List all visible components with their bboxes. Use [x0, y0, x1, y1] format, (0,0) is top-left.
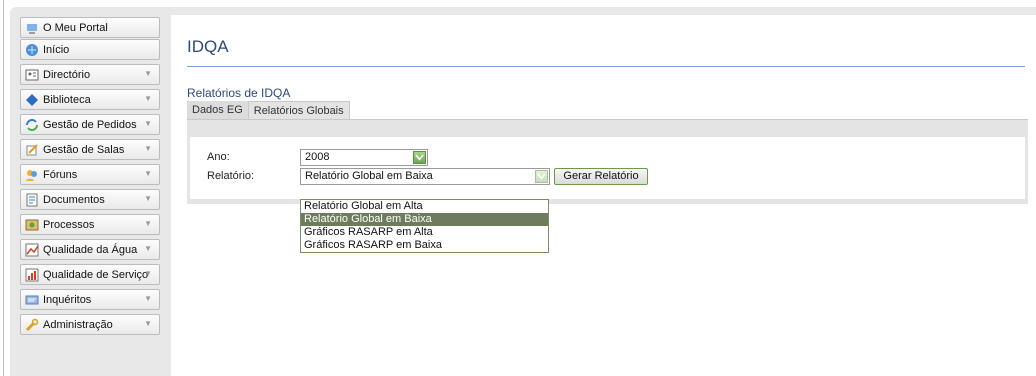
relatorio-label: Relatório: [207, 170, 255, 182]
forums-icon [25, 168, 39, 182]
dropdown-option[interactable]: Gráficos RASARP em Alta [301, 226, 548, 239]
documents-icon [25, 193, 39, 207]
sidebar-item-label: Gestão de Salas [43, 143, 125, 156]
sidebar-item-o-meu-portal[interactable]: O Meu Portal [20, 17, 160, 38]
processes-icon [25, 218, 39, 232]
chevron-down-icon[interactable] [535, 170, 548, 183]
chevron-down-icon: ▼ [144, 219, 152, 228]
chevron-down-icon: ▼ [144, 169, 152, 178]
sidebar-item-label: Gestão de Pedidos [43, 118, 137, 131]
chevron-down-icon: ▼ [144, 194, 152, 203]
sidebar-item-administracao[interactable]: Administração ▼ [20, 314, 160, 335]
tab-relatorios-globais[interactable]: Relatórios Globais [247, 101, 350, 120]
window-left-border [3, 0, 4, 376]
dropdown-option[interactable]: Gráficos RASARP em Baixa [301, 239, 548, 252]
sidebar-item-directorio[interactable]: Directório ▼ [20, 64, 160, 85]
sidebar-item-biblioteca[interactable]: Biblioteca ▼ [20, 89, 160, 110]
sidebar-item-gestao-de-salas[interactable]: Gestão de Salas ▼ [20, 139, 160, 160]
chevron-down-icon: ▼ [144, 319, 152, 328]
chevron-down-icon: ▼ [144, 244, 152, 253]
dropdown-option[interactable]: Relatório Global em Alta [301, 200, 548, 213]
home-icon [25, 43, 39, 57]
sidebar-item-qualidade-de-servico[interactable]: Qualidade de Serviço ▼ [20, 264, 160, 285]
sidebar-item-label: Início [43, 43, 70, 56]
sidebar-item-label: Processos [43, 218, 95, 231]
requests-icon [25, 118, 39, 132]
sidebar-item-documentos[interactable]: Documentos ▼ [20, 189, 160, 210]
chevron-down-icon: ▼ [144, 144, 152, 153]
book-icon [25, 93, 39, 107]
relatorio-select-value: Relatório Global em Baixa [305, 170, 433, 182]
sidebar-item-label: Inquéritos [43, 293, 92, 306]
dropdown-option-selected[interactable]: Relatório Global em Baixa [301, 213, 548, 226]
sidebar-item-gestao-de-pedidos[interactable]: Gestão de Pedidos ▼ [20, 114, 160, 135]
report-form: Ano: 2008 Relatório: Relatório Global em… [190, 137, 1025, 199]
sidebar-item-foruns[interactable]: Fóruns ▼ [20, 164, 160, 185]
directory-icon [25, 68, 39, 82]
page-title: IDQA [187, 37, 229, 56]
portal-icon [25, 21, 39, 35]
chevron-down-icon: ▼ [144, 94, 152, 103]
sidebar-item-label: Documentos [43, 193, 105, 206]
sidebar-item-label: Qualidade de Serviço [43, 268, 149, 281]
ano-label: Ano: [207, 151, 230, 163]
sidebar-item-label: Fóruns [43, 168, 78, 181]
tab-bar: Dados EG Relatórios Globais [187, 101, 350, 120]
rooms-icon [25, 143, 39, 157]
chevron-down-icon: ▼ [144, 269, 152, 278]
sidebar-item-inqueritos[interactable]: Inquéritos ▼ [20, 289, 160, 310]
main-content: IDQA Relatórios de IDQA Dados EG Relatór… [171, 15, 1036, 376]
chevron-down-icon: ▼ [144, 294, 152, 303]
chevron-down-icon[interactable] [413, 151, 426, 164]
sidebar-item-label: Directório [43, 68, 91, 81]
title-divider [187, 66, 1025, 67]
ano-select[interactable]: 2008 [300, 149, 428, 166]
sidebar-item-processos[interactable]: Processos ▼ [20, 214, 160, 235]
sidebar-item-label: Biblioteca [43, 93, 91, 106]
service-quality-icon [25, 268, 39, 282]
sidebar-item-qualidade-da-agua[interactable]: Qualidade da Água ▼ [20, 239, 160, 260]
gerar-relatorio-button[interactable]: Gerar Relatório [554, 168, 648, 185]
sidebar-item-label: Administração [43, 318, 113, 331]
sidebar-item-inicio[interactable]: Início [20, 39, 160, 60]
ano-select-value: 2008 [305, 151, 330, 163]
section-subtitle: Relatórios de IDQA [187, 86, 291, 100]
sidebar-item-label: Qualidade da Água [43, 243, 138, 256]
sidebar-item-label: O Meu Portal [43, 21, 108, 34]
admin-icon [25, 318, 39, 332]
relatorio-select[interactable]: Relatório Global em Baixa [300, 168, 550, 185]
surveys-icon [25, 293, 39, 307]
tab-dados-eg[interactable]: Dados EG [187, 101, 248, 120]
chevron-down-icon: ▼ [144, 69, 152, 78]
water-quality-icon [25, 243, 39, 257]
chevron-down-icon: ▼ [144, 119, 152, 128]
relatorio-dropdown-list: Relatório Global em Alta Relatório Globa… [300, 199, 549, 253]
sidebar-nav: O Meu Portal Início Directório ▼ Bibliot… [20, 17, 160, 335]
tab-panel: Ano: 2008 Relatório: Relatório Global em… [187, 119, 1028, 204]
